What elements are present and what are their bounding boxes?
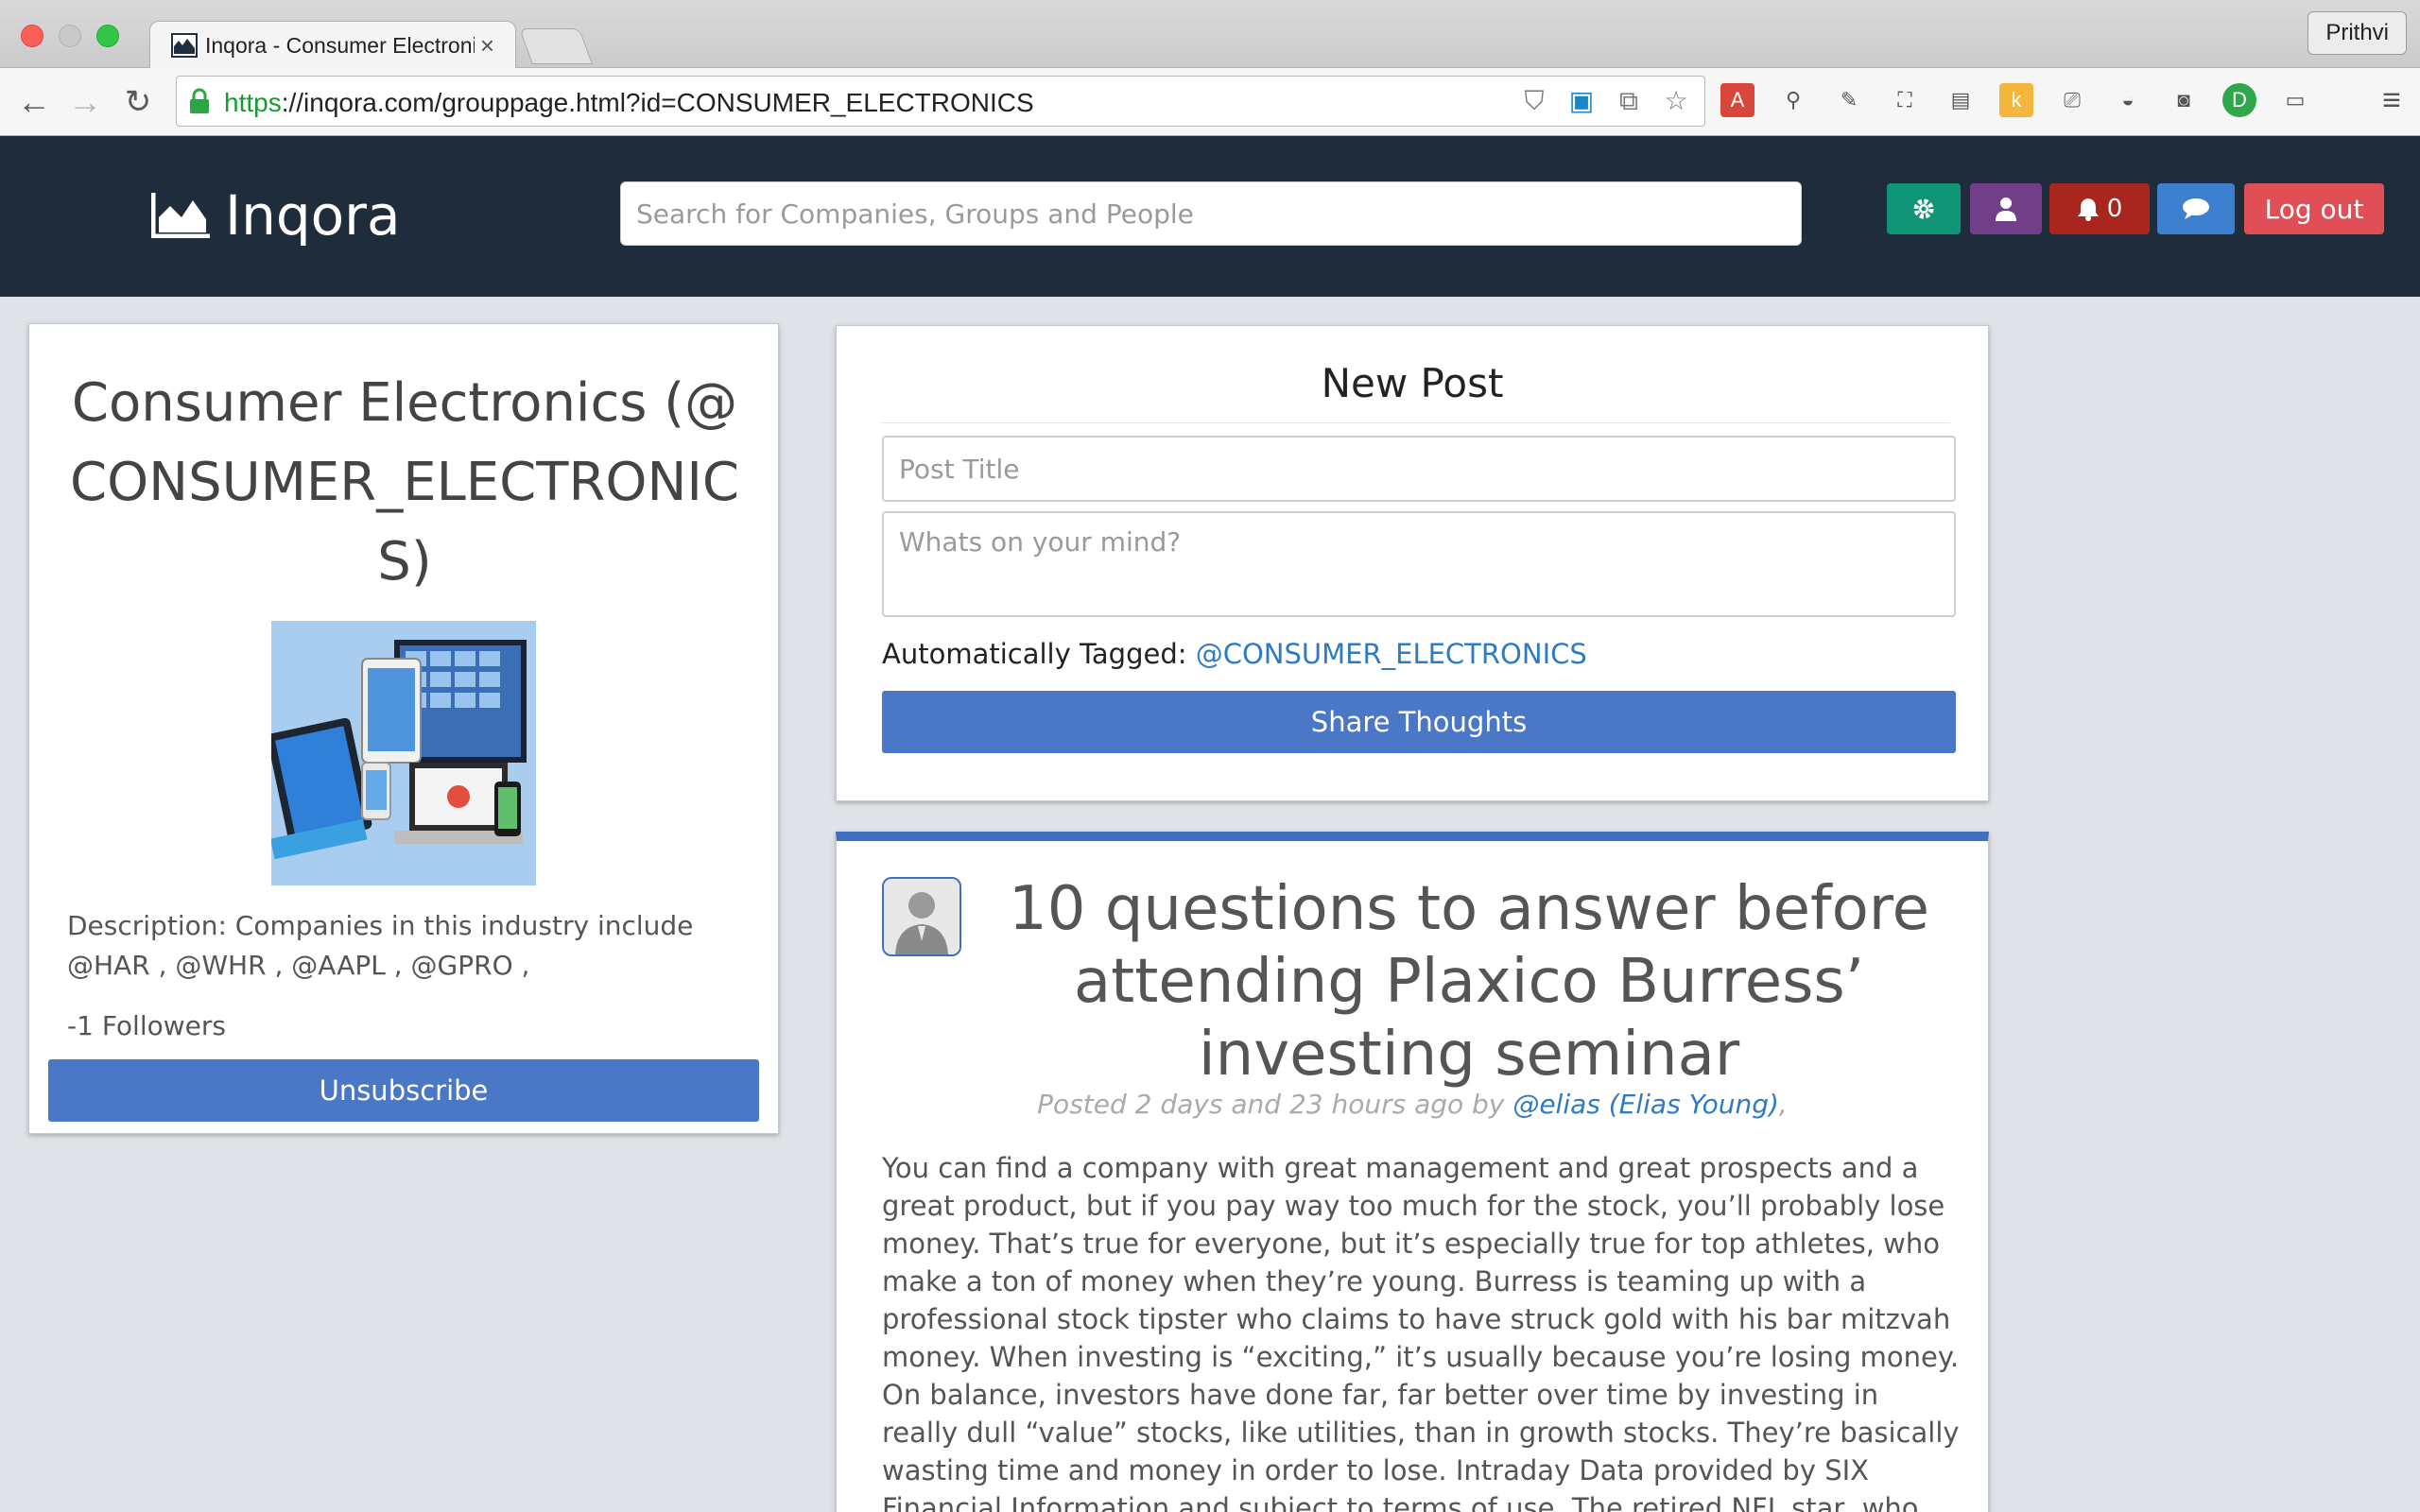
shield-icon[interactable]: ⛉ — [1519, 86, 1549, 116]
extension-green-badge-icon[interactable]: D — [2222, 83, 2256, 117]
auto-tag-label: Automatically Tagged: — [882, 638, 1187, 670]
post-title-input[interactable] — [882, 436, 1956, 502]
group-image — [271, 621, 536, 885]
extension-eyedropper-icon[interactable]: ✎ — [1832, 83, 1866, 117]
notification-count: 0 — [2106, 195, 2123, 223]
extension-monitor-icon[interactable]: ▭ — [2278, 83, 2312, 117]
post-timestamp: Posted 2 days and 23 hours ago by — [1037, 1089, 1505, 1120]
user-icon — [1996, 198, 2016, 221]
brand-logo[interactable]: Inqora — [151, 183, 401, 248]
extension-film-icon[interactable]: ▤ — [1944, 83, 1978, 117]
browser-tab-active[interactable]: Inqora - Consumer Electronics × — [149, 21, 516, 68]
close-window-button[interactable] — [21, 25, 43, 47]
post-title[interactable]: 10 questions to answer before attending … — [973, 873, 1965, 1091]
secure-lock-icon — [190, 88, 209, 113]
bookmark-star-icon[interactable]: ☆ — [1661, 86, 1691, 116]
new-post-card: New Post Automatically Tagged: @CONSUMER… — [836, 325, 1989, 801]
zoom-window-button[interactable] — [96, 25, 119, 47]
logout-button[interactable]: Log out — [2244, 183, 2384, 234]
brand-name: Inqora — [225, 183, 401, 248]
followers-count: -1 Followers — [67, 1010, 226, 1041]
extension-k-icon[interactable]: k — [1999, 83, 2033, 117]
unsubscribe-button[interactable]: Unsubscribe — [48, 1059, 759, 1122]
new-post-heading: New Post — [1321, 360, 1504, 406]
extension-cast-icon[interactable]: ⎚ — [2055, 83, 2089, 117]
site-favicon-icon — [171, 33, 198, 58]
extension-pocket-icon[interactable]: ◙ — [2167, 83, 2201, 117]
bell-icon — [2077, 198, 2099, 221]
extension-pdf-icon[interactable]: A — [1720, 83, 1754, 117]
browser-titlebar: Inqora - Consumer Electronics × Prithvi — [0, 0, 2420, 68]
auto-tag-link[interactable]: @CONSUMER_ELECTRONICS — [1196, 638, 1587, 670]
address-bar[interactable]: https://inqora.com/grouppage.html?id=CON… — [176, 76, 1705, 127]
reload-icon[interactable]: ↻ — [117, 81, 159, 123]
group-card: Consumer Electronics (@CONSUMER_ELECTRON… — [28, 323, 779, 1134]
post-body-input[interactable] — [882, 511, 1956, 617]
new-tab-button[interactable] — [519, 28, 593, 64]
forward-arrow-icon[interactable]: → — [64, 81, 106, 123]
minimize-window-button[interactable] — [59, 25, 81, 47]
avatar[interactable] — [882, 877, 961, 956]
search-input[interactable] — [620, 181, 1802, 246]
post-meta-suffix: , — [1778, 1089, 1788, 1120]
extension-mask-icon[interactable]: ◒ — [2111, 83, 2145, 117]
settings-button[interactable] — [1887, 183, 1961, 234]
extension-square-icon[interactable]: ▣ — [1566, 86, 1597, 116]
gear-icon — [1913, 198, 1934, 219]
auto-tag-line: Automatically Tagged: @CONSUMER_ELECTRON… — [882, 638, 1587, 670]
url-text: https://inqora.com/grouppage.html?id=CON… — [224, 88, 1034, 117]
close-tab-icon[interactable]: × — [480, 31, 494, 60]
area-chart-icon — [151, 193, 210, 238]
back-arrow-icon[interactable]: ← — [13, 81, 55, 123]
chat-bubble-icon — [2183, 198, 2209, 219]
extension-screenshot-icon[interactable]: ⛶ — [1888, 83, 1922, 117]
browser-menu-icon[interactable]: ≡ — [2377, 83, 2407, 117]
messages-button[interactable] — [2157, 183, 2235, 234]
notifications-button[interactable]: 0 — [2049, 183, 2150, 234]
reader-view-icon[interactable]: ⧉ — [1614, 86, 1644, 116]
site-header: Inqora 0 Log out — [0, 136, 2420, 297]
post-author-link[interactable]: @elias (Elias Young) — [1512, 1089, 1779, 1120]
tab-title: Inqora - Consumer Electronics — [205, 33, 475, 58]
post-meta: Posted 2 days and 23 hours ago by @elias… — [837, 1089, 1988, 1120]
share-thoughts-button[interactable]: Share Thoughts — [882, 691, 1956, 753]
divider — [882, 422, 1950, 423]
post-card: 10 questions to answer before attending … — [836, 832, 1989, 1512]
group-description: Description: Companies in this industry … — [67, 910, 694, 981]
group-title: Consumer Electronics (@CONSUMER_ELECTRON… — [70, 372, 739, 593]
browser-profile-button[interactable]: Prithvi — [2308, 11, 2407, 55]
extension-search-icon[interactable]: ⚲ — [1776, 83, 1810, 117]
user-avatar-icon — [884, 879, 959, 954]
profile-button[interactable] — [1970, 183, 2042, 234]
browser-toolbar: ← → ↻ https://inqora.com/grouppage.html?… — [0, 68, 2420, 136]
post-body: You can find a company with great manage… — [882, 1152, 1960, 1512]
